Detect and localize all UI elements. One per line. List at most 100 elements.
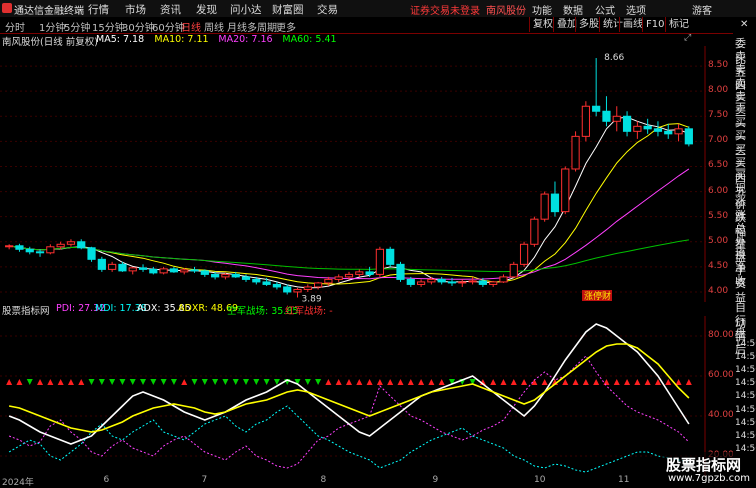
candle-body[interactable] [458,281,467,284]
toolbar-button[interactable]: F10 [642,17,667,32]
candle-body[interactable] [25,248,34,253]
top-right-menu-item[interactable]: 选项 [626,2,646,17]
period-tab[interactable]: 60分钟 [152,19,185,34]
candle-body[interactable] [643,125,652,130]
period-tab[interactable]: 1分钟 [39,19,65,34]
candle-body[interactable] [406,278,415,285]
candle-body[interactable] [180,269,189,273]
close-icon[interactable]: ✕ [740,19,748,30]
candle-body[interactable] [118,263,127,272]
candle-body[interactable] [200,270,209,275]
candle-body[interactable] [272,283,282,288]
expand-icon[interactable]: ⤢ [684,33,691,43]
menu-item[interactable]: 行情 [88,2,109,17]
candle-body[interactable] [519,243,529,265]
side-panel-label[interactable]: 14:56 [735,378,756,388]
candle-body[interactable] [221,273,230,278]
candle-body[interactable] [375,248,385,275]
period-tab[interactable]: 5分钟 [64,19,90,34]
side-panel-label[interactable]: 14:56 [735,418,756,428]
candle-body[interactable] [97,258,106,270]
toolbar-button[interactable]: 多股 [575,17,602,32]
candle-body[interactable] [169,268,179,273]
candle-body[interactable] [396,263,405,280]
candle-body[interactable] [489,281,498,285]
toolbar-button[interactable]: 标记 [665,17,692,32]
current-stock-name[interactable]: 南风股份 [486,2,526,17]
candle-body[interactable] [622,115,632,132]
candle-body[interactable] [478,280,487,285]
side-panel-label[interactable]: 14:56 [735,352,756,362]
side-panel-label[interactable]: 14:56 [735,365,756,375]
candle-body[interactable] [252,278,261,283]
candle-body[interactable] [550,193,560,213]
candle-body[interactable] [128,267,137,272]
candle-body[interactable] [5,245,14,248]
candle-body[interactable] [386,248,395,265]
side-panel-label[interactable]: 14:56 [735,405,756,415]
top-right-menu-item[interactable]: 功能 [532,2,552,17]
candle-body[interactable] [66,241,76,245]
period-tab[interactable]: 月线 [227,19,247,34]
period-tab[interactable]: 30分钟 [122,19,155,34]
top-right-menu-item[interactable]: 数据 [563,2,583,17]
candle-body[interactable] [602,110,611,122]
candle-body[interactable] [324,278,333,284]
candle-body[interactable] [46,246,55,254]
candle-body[interactable] [612,115,621,122]
candle-body[interactable] [283,286,292,293]
login-warning[interactable]: 证券交易未登录 [410,2,480,17]
candle-body[interactable] [293,288,302,293]
candle-body[interactable] [509,263,518,278]
candle-body[interactable] [108,263,117,270]
candle-body[interactable] [633,125,642,132]
candle-body[interactable] [530,218,539,245]
menu-item[interactable]: 资讯 [160,2,181,17]
period-tab[interactable]: 周线 [204,19,224,34]
side-panel-label[interactable]: 14:56 [735,391,756,401]
toolbar-button[interactable]: 复权 [529,17,556,32]
candle-body[interactable] [35,251,45,254]
candle-body[interactable] [314,282,323,288]
candle-body[interactable] [427,278,436,283]
candle-body[interactable] [561,168,570,213]
candle-body[interactable] [211,273,220,278]
menu-item[interactable]: 问小达 [230,2,262,17]
top-right-menu-item[interactable]: 游客 [692,2,712,17]
candle-body[interactable] [334,276,343,280]
candle-body[interactable] [87,247,96,260]
period-tab[interactable]: 15分钟 [92,19,125,34]
candle-body[interactable] [355,271,364,275]
candle-body[interactable] [77,241,86,249]
candle-body[interactable] [15,245,24,250]
candle-body[interactable] [447,281,457,284]
menu-item[interactable]: 交易 [317,2,338,17]
candle-body[interactable] [231,273,240,278]
period-tab[interactable]: 日线 [181,19,201,34]
candle-body[interactable] [571,135,580,170]
candlestick-chart[interactable]: 8.66 3.89 涨停财 [0,46,706,302]
side-panel-label[interactable]: 14:56 [735,339,756,349]
menu-item[interactable]: 发现 [196,2,217,17]
candle-body[interactable] [190,269,199,272]
candle-body[interactable] [159,268,168,274]
candle-body[interactable] [437,278,446,283]
menu-item[interactable]: 市场 [125,2,146,17]
candle-body[interactable] [684,128,693,145]
candle-body[interactable] [365,271,374,275]
candle-body[interactable] [416,281,426,285]
top-right-menu-item[interactable]: 公式 [595,2,615,17]
candle-body[interactable] [56,243,65,248]
candle-body[interactable] [241,276,251,280]
period-tab[interactable]: 更多 [276,19,296,34]
candle-body[interactable] [653,128,663,132]
period-tab[interactable]: 多周期 [247,19,277,34]
period-tab[interactable]: 分时 [5,19,25,34]
candle-body[interactable] [262,281,271,285]
candle-body[interactable] [149,268,158,274]
candle-body[interactable] [592,105,601,112]
candle-body[interactable] [499,276,508,283]
candle-body[interactable] [540,193,549,220]
candle-body[interactable] [468,280,477,283]
candle-body[interactable] [674,128,683,135]
